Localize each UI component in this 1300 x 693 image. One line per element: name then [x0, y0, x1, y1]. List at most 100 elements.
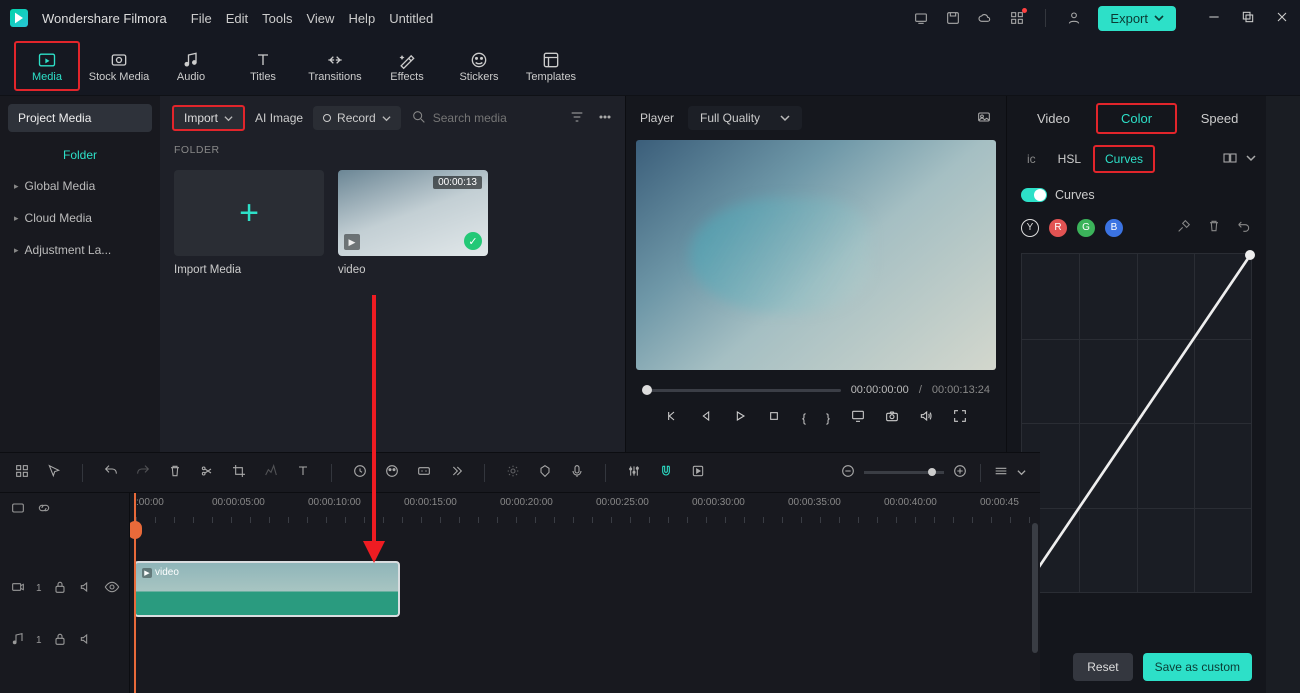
tl-mixer-icon[interactable] [626, 463, 642, 482]
device-icon[interactable] [913, 10, 929, 26]
apps-icon[interactable] [1009, 10, 1025, 26]
mark-out-icon[interactable]: } [826, 411, 830, 425]
compare-view-icon[interactable] [1222, 150, 1238, 169]
curves-graph[interactable] [1021, 253, 1252, 593]
sidebar-item-cloud-media[interactable]: Cloud Media [0, 202, 160, 234]
subtab-hsl[interactable]: HSL [1048, 147, 1091, 171]
undo-icon[interactable] [1236, 218, 1252, 237]
tl-redo-icon[interactable] [135, 463, 151, 482]
tl-speed-ramp-icon[interactable] [263, 463, 279, 482]
import-button[interactable]: Import [172, 105, 245, 131]
tl-mic-icon[interactable] [569, 463, 585, 482]
channel-luma[interactable]: Y [1021, 219, 1039, 237]
curves-toggle[interactable] [1021, 188, 1047, 202]
track-visible-icon[interactable] [104, 579, 120, 598]
tab-stock-media[interactable]: Stock Media [86, 41, 152, 91]
snapshot-icon[interactable] [976, 109, 992, 128]
ai-image-button[interactable]: AI Image [255, 111, 303, 125]
seek-slider[interactable] [642, 389, 841, 392]
tl-undo-icon[interactable] [103, 463, 119, 482]
tl-more-tools-icon[interactable] [448, 463, 464, 482]
timeline-scrollbar[interactable] [1032, 523, 1038, 653]
tl-delete-icon[interactable] [167, 463, 183, 482]
more-icon[interactable] [597, 109, 613, 128]
stop-icon[interactable] [766, 408, 782, 427]
account-icon[interactable] [1066, 10, 1082, 26]
import-media-tile[interactable]: + Import Media [174, 170, 324, 276]
tl-auto-icon[interactable] [505, 463, 521, 482]
display-icon[interactable] [850, 408, 866, 427]
media-thumb-video[interactable]: 00:00:13 ▶ ✓ video [338, 170, 488, 276]
tab-titles[interactable]: Titles [230, 41, 296, 91]
save-custom-button[interactable]: Save as custom [1143, 653, 1252, 681]
zoom-out-icon[interactable] [840, 463, 856, 482]
tl-speed-icon[interactable] [352, 463, 368, 482]
tl-marker-icon[interactable] [537, 463, 553, 482]
save-icon[interactable] [945, 10, 961, 26]
cloud-icon[interactable] [977, 10, 993, 26]
channel-blue[interactable]: B [1105, 219, 1123, 237]
volume-icon[interactable] [918, 408, 934, 427]
play-icon[interactable] [732, 408, 748, 427]
tab-media[interactable]: Media [14, 41, 80, 91]
tab-audio[interactable]: Audio [158, 41, 224, 91]
tab-transitions[interactable]: Transitions [302, 41, 368, 91]
export-button[interactable]: Export [1098, 6, 1176, 31]
tl-color-icon[interactable] [384, 463, 400, 482]
window-maximize-icon[interactable] [1240, 9, 1256, 28]
sidebar-item-adjustment-layer[interactable]: Adjustment La... [0, 234, 160, 266]
sidebar-item-global-media[interactable]: Global Media [0, 170, 160, 202]
eyedropper-icon[interactable] [1176, 218, 1192, 237]
subtab-ic[interactable]: ic [1017, 147, 1046, 171]
channel-green[interactable]: G [1077, 219, 1095, 237]
mark-in-icon[interactable]: { [802, 411, 806, 425]
menu-edit[interactable]: Edit [226, 11, 248, 26]
reset-button[interactable]: Reset [1073, 653, 1132, 681]
audio-mute-icon[interactable] [78, 631, 94, 650]
camera-icon[interactable] [884, 408, 900, 427]
tl-lock-all-icon[interactable] [10, 500, 26, 519]
zoom-slider[interactable] [864, 471, 944, 474]
tab-stickers[interactable]: Stickers [446, 41, 512, 91]
tl-text-icon[interactable] [295, 463, 311, 482]
quality-dropdown[interactable]: Full Quality [688, 106, 802, 130]
tl-caption-icon[interactable] [416, 463, 432, 482]
menu-file[interactable]: File [191, 11, 212, 26]
prev-frame-icon[interactable] [664, 408, 680, 427]
track-mute-icon[interactable] [78, 579, 94, 598]
search-input[interactable] [433, 111, 543, 125]
playhead[interactable] [134, 493, 136, 693]
curve-point-end[interactable] [1245, 250, 1255, 260]
window-minimize-icon[interactable] [1206, 9, 1222, 28]
menu-help[interactable]: Help [348, 11, 375, 26]
tab-effects[interactable]: Effects [374, 41, 440, 91]
folder-label[interactable]: Folder [0, 140, 160, 170]
tl-split-icon[interactable] [199, 463, 215, 482]
timeline-clip[interactable]: ▶video [134, 561, 400, 617]
window-close-icon[interactable] [1274, 9, 1290, 28]
tab-speed-right[interactable]: Speed [1181, 105, 1258, 132]
tab-color-right[interactable]: Color [1096, 103, 1177, 134]
tl-render-icon[interactable] [690, 463, 706, 482]
filter-icon[interactable] [569, 109, 585, 128]
delete-icon[interactable] [1206, 218, 1222, 237]
channel-red[interactable]: R [1049, 219, 1067, 237]
tl-grid-icon[interactable] [14, 463, 30, 482]
project-media-heading[interactable]: Project Media [8, 104, 152, 132]
audio-lock-icon[interactable] [52, 631, 68, 650]
menu-tools[interactable]: Tools [262, 11, 292, 26]
subtab-curves[interactable]: Curves [1093, 145, 1155, 173]
menu-view[interactable]: View [306, 11, 334, 26]
chevron-down-icon[interactable] [1246, 152, 1256, 166]
tl-crop-icon[interactable] [231, 463, 247, 482]
tab-templates[interactable]: Templates [518, 41, 584, 91]
track-lock-icon[interactable] [52, 579, 68, 598]
tab-video-right[interactable]: Video [1015, 105, 1092, 132]
step-back-icon[interactable] [698, 408, 714, 427]
tl-select-icon[interactable] [46, 463, 62, 482]
record-button[interactable]: Record [313, 106, 401, 130]
tl-view-icon[interactable] [993, 463, 1009, 482]
fullscreen-icon[interactable] [952, 408, 968, 427]
timeline-ruler[interactable]: :00:00 00:00:05:00 00:00:10:00 00:00:15:… [130, 493, 1040, 523]
tl-magnet-icon[interactable] [658, 463, 674, 482]
